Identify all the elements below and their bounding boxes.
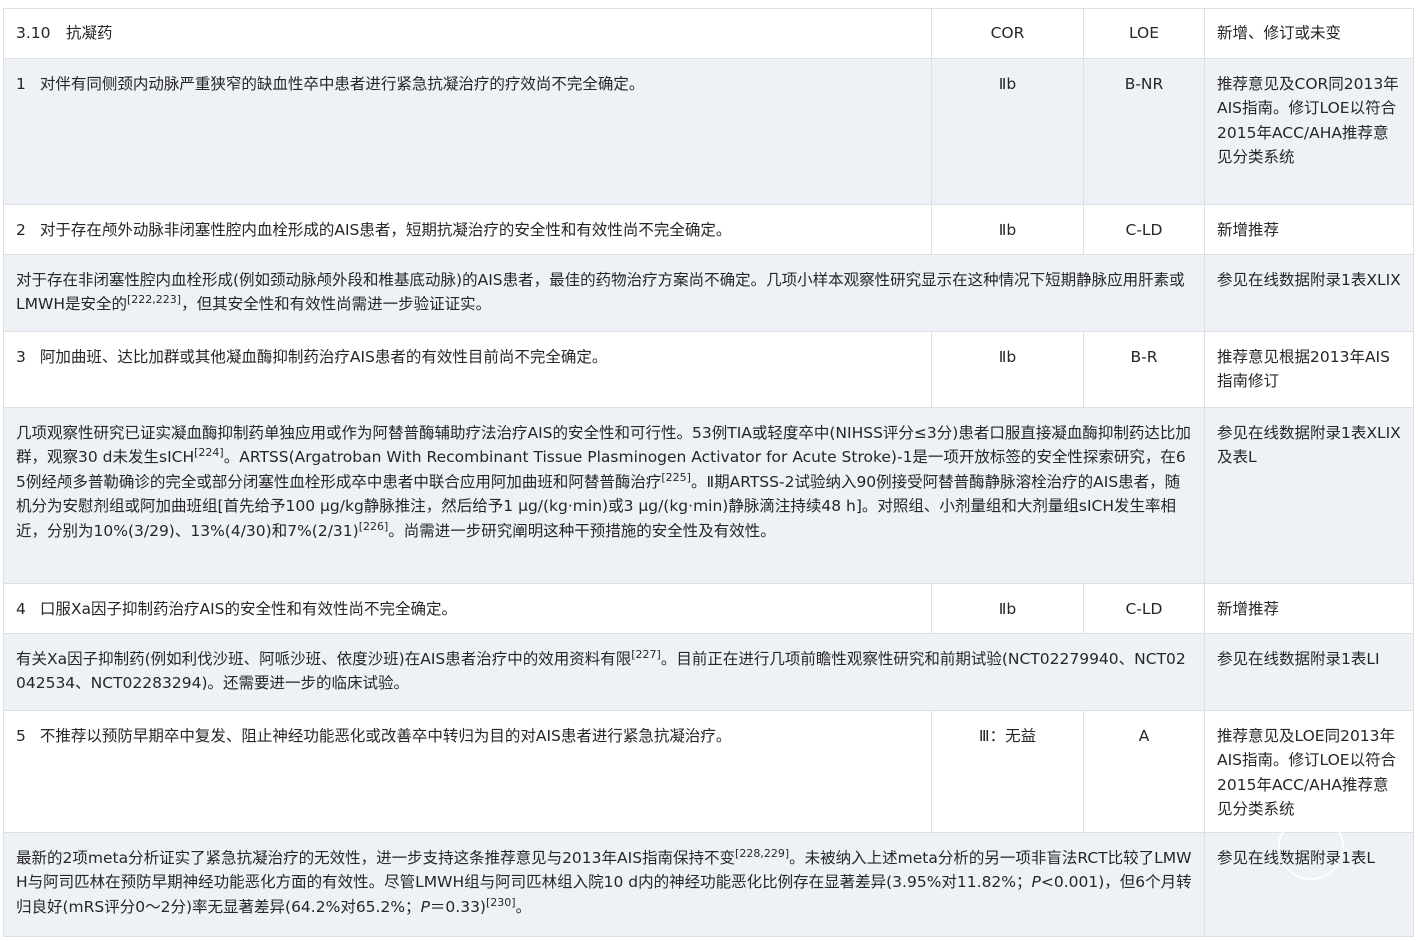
cor-value: Ⅱb xyxy=(931,330,1084,408)
loe-value: B-R xyxy=(1083,330,1205,408)
loe-value: C-LD xyxy=(1083,203,1205,255)
loe-header: LOE xyxy=(1083,8,1205,59)
evidence-reference: 参见在线数据附录1表ⅩLIX及表L xyxy=(1204,406,1414,584)
status-value: 推荐意见根据2013年AIS指南修订 xyxy=(1204,330,1414,408)
evidence-text: 有关Ⅹa因子抑制药(例如利伐沙班、阿哌沙班、依度沙班)在AIS患者治疗中的效用资… xyxy=(3,632,1205,711)
recommendation-row: 2 对于存在颅外动脉非闭塞性腔内血栓形成的AIS患者，短期抗凝治疗的安全性和有效性… xyxy=(3,203,1414,255)
evidence-row: 对于存在非闭塞性腔内血栓形成(例如颈动脉颅外段和椎基底动脉)的AIS患者，最佳的… xyxy=(3,253,1414,332)
recommendation-row: 4 口服Ⅹa因子抑制药治疗AIS的安全性和有效性尚不完全确定。 Ⅱb C-LD 新… xyxy=(3,582,1414,634)
recommendation-text: 2 对于存在颅外动脉非闭塞性腔内血栓形成的AIS患者，短期抗凝治疗的安全性和有效性… xyxy=(3,203,932,255)
loe-value: C-LD xyxy=(1083,582,1205,634)
evidence-row: 有关Ⅹa因子抑制药(例如利伐沙班、阿哌沙班、依度沙班)在AIS患者治疗中的效用资… xyxy=(3,632,1414,711)
citation: [230] xyxy=(485,895,516,909)
status-value: 推荐意见及COR同2013年AIS指南。修订LOE以符合2015年ACC/AHA… xyxy=(1204,57,1414,205)
evidence-reference: 参见在线数据附录1表ⅩLIX xyxy=(1204,253,1414,332)
status-header: 新增、修订或未变 xyxy=(1204,8,1414,59)
recommendation-number: 2 xyxy=(16,220,26,239)
cor-value: Ⅱb xyxy=(931,582,1084,634)
recommendation-number: 4 xyxy=(16,599,26,618)
citation: [226] xyxy=(358,519,389,533)
status-value: 推荐意见及LOE同2013年AIS指南。修订LOE以符合2015年ACC/AHA… xyxy=(1204,709,1414,833)
status-value: 新增推荐 xyxy=(1204,203,1414,255)
citation: [222,223] xyxy=(127,293,182,306)
cor-value: Ⅱb xyxy=(931,203,1084,255)
recommendation-table: 3.10 抗凝药 COR LOE 新增、修订或未变 1 对伴有同侧颈内动脉严重狭窄… xyxy=(3,8,1414,937)
cor-header: COR xyxy=(931,8,1084,59)
section-title: 3.10 抗凝药 xyxy=(3,8,932,59)
evidence-row: 几项观察性研究已证实凝血酶抑制药单独应用或作为阿替普酶辅助疗法治疗AIS的安全性… xyxy=(3,406,1414,584)
loe-value: A xyxy=(1083,709,1205,833)
table-header-row: 3.10 抗凝药 COR LOE 新增、修订或未变 xyxy=(3,8,1414,59)
recommendation-number: 5 xyxy=(16,726,26,745)
citation: [228,229] xyxy=(735,846,790,860)
evidence-reference: 参见在线数据附录1表LⅠ xyxy=(1204,632,1414,711)
recommendation-number: 1 xyxy=(16,74,26,93)
evidence-text: 对于存在非闭塞性腔内血栓形成(例如颈动脉颅外段和椎基底动脉)的AIS患者，最佳的… xyxy=(3,253,1205,332)
cor-value: Ⅲ：无益 xyxy=(931,709,1084,833)
citation: [224] xyxy=(194,446,224,459)
recommendation-text: 1 对伴有同侧颈内动脉严重狭窄的缺血性卒中患者进行紧急抗凝治疗的疗效尚不完全确定。 xyxy=(3,57,932,205)
evidence-text: 最新的2项meta分析证实了紧急抗凝治疗的无效性，进一步支持这条推荐意见与201… xyxy=(3,831,1205,937)
loe-value: B-NR xyxy=(1083,57,1205,205)
evidence-text: 几项观察性研究已证实凝血酶抑制药单独应用或作为阿替普酶辅助疗法治疗AIS的安全性… xyxy=(3,406,1205,584)
recommendation-number: 3 xyxy=(16,347,26,366)
evidence-reference: 参见在线数据附录1表L xyxy=(1204,831,1414,937)
evidence-row: 最新的2项meta分析证实了紧急抗凝治疗的无效性，进一步支持这条推荐意见与201… xyxy=(3,831,1414,937)
recommendation-row: 5 不推荐以预防早期卒中复发、阻止神经功能恶化或改善卒中转归为目的对AIS患者进行… xyxy=(3,709,1414,833)
recommendation-text: 4 口服Ⅹa因子抑制药治疗AIS的安全性和有效性尚不完全确定。 xyxy=(3,582,932,634)
recommendation-text: 3 阿加曲班、达比加群或其他凝血酶抑制药治疗AIS患者的有效性目前尚不完全确定。 xyxy=(3,330,932,408)
citation: [227] xyxy=(631,647,661,661)
status-value: 新增推荐 xyxy=(1204,582,1414,634)
recommendation-row: 3 阿加曲班、达比加群或其他凝血酶抑制药治疗AIS患者的有效性目前尚不完全确定。 … xyxy=(3,330,1414,408)
recommendation-row: 1 对伴有同侧颈内动脉严重狭窄的缺血性卒中患者进行紧急抗凝治疗的疗效尚不完全确定。… xyxy=(3,57,1414,205)
cor-value: Ⅱb xyxy=(931,57,1084,205)
recommendation-text: 5 不推荐以预防早期卒中复发、阻止神经功能恶化或改善卒中转归为目的对AIS患者进行… xyxy=(3,709,932,833)
citation: [225] xyxy=(661,470,691,484)
